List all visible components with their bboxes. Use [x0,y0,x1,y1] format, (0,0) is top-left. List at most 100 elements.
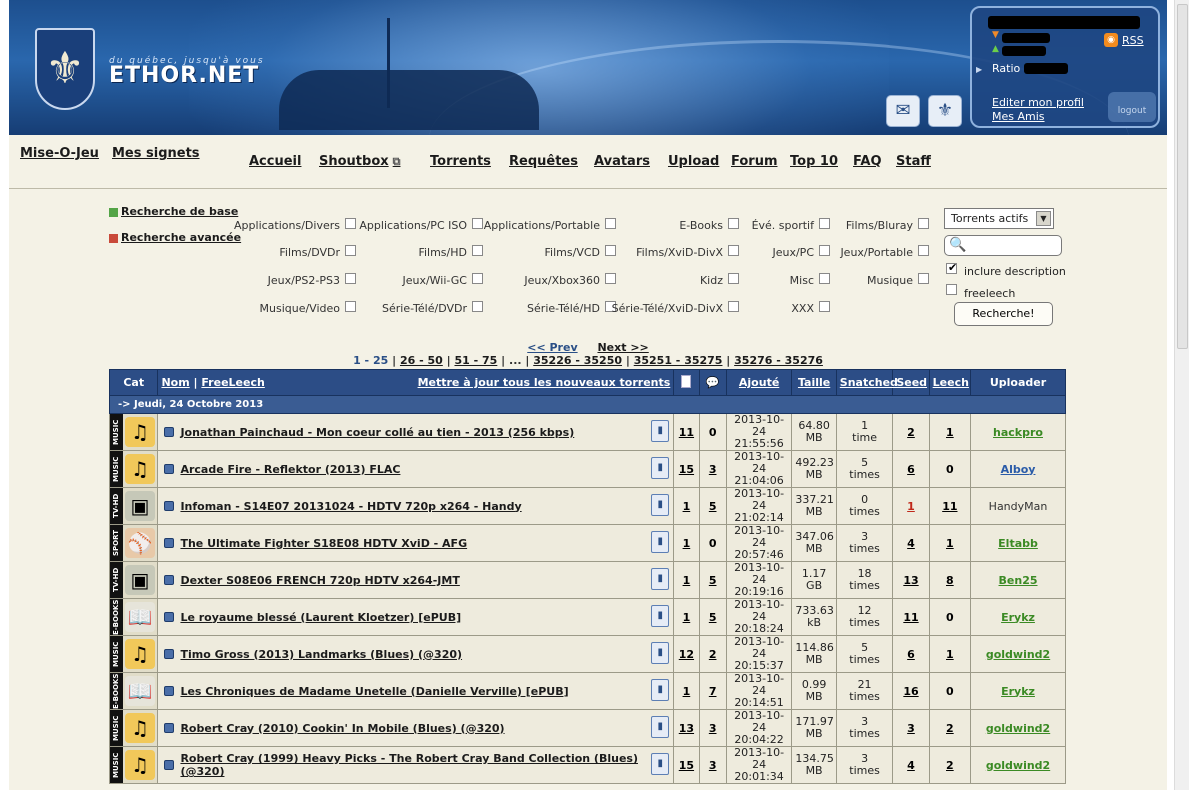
uploader-link[interactable]: hackpro [993,426,1043,439]
leech-count[interactable]: 0 [928,450,972,488]
category-checkbox[interactable] [605,245,616,256]
category-cell[interactable]: MUSIC ♫ [108,635,159,673]
leech-count[interactable]: 1 [928,413,972,451]
category-checkbox[interactable] [345,273,356,284]
next-page-link[interactable]: Next >> [597,341,648,354]
col-snatched[interactable]: Snatched [835,369,898,396]
seed-count[interactable]: 6 [892,450,930,488]
comments-count[interactable]: 3 [698,450,727,488]
bookmark-icon[interactable]: ▮ [651,716,670,738]
nav-torrents[interactable]: Torrents [430,154,491,169]
seed-count[interactable]: 3 [892,709,930,747]
torrent-name-link[interactable]: Le royaume blessé (Laurent Kloetzer) [eP… [180,611,670,624]
uploader-link[interactable]: goldwind2 [986,722,1050,735]
uploader-link[interactable]: Ben25 [999,574,1038,587]
category-checkbox[interactable] [345,301,356,312]
category-checkbox[interactable] [345,245,356,256]
files-count[interactable]: 1 [673,598,700,636]
leech-count[interactable]: 1 [928,524,972,562]
page-link[interactable]: 35226 - 35250 [533,354,622,367]
category-checkbox[interactable] [819,218,830,229]
category-cell[interactable]: TV-HD ▣ [108,561,159,599]
category-checkbox[interactable] [472,218,483,229]
col-size[interactable]: Taille [791,369,837,396]
vertical-scrollbar[interactable] [1174,0,1189,790]
category-checkbox[interactable] [345,218,356,229]
torrent-filter-select[interactable]: Torrents actifs ▼ [944,208,1054,229]
col-comments-icon[interactable]: 💬 [698,369,727,396]
category-checkbox[interactable] [472,245,483,256]
torrent-name-link[interactable]: Robert Cray (1999) Heavy Picks - The Rob… [180,752,670,778]
scrollbar-thumb[interactable] [1177,4,1188,349]
torrent-name-link[interactable]: Jonathan Painchaud - Mon coeur collé au … [180,426,670,439]
leech-count[interactable]: 1 [928,635,972,673]
expand-icon[interactable]: ▶ [976,65,982,74]
friends-link[interactable]: Mes Amis [992,110,1045,123]
leech-count[interactable]: 8 [928,561,972,599]
leech-count[interactable]: 11 [928,487,972,525]
search-input[interactable]: 🔍 [944,235,1062,256]
category-checkbox[interactable] [918,273,929,284]
category-checkbox[interactable] [728,301,739,312]
category-checkbox[interactable] [728,218,739,229]
files-count[interactable]: 1 [673,487,700,525]
category-checkbox[interactable] [819,301,830,312]
search-button[interactable]: Recherche! [954,302,1053,326]
leech-count[interactable]: 2 [928,746,972,784]
category-cell[interactable]: MUSIC ♫ [108,709,159,747]
fleur-de-lis-icon[interactable]: ⚜ [928,95,962,127]
category-checkbox[interactable] [472,273,483,284]
files-count[interactable]: 15 [673,450,700,488]
category-checkbox[interactable] [819,273,830,284]
rss-icon[interactable]: ◉ [1104,33,1118,47]
page-link[interactable]: 35276 - 35276 [734,354,823,367]
category-cell[interactable]: MUSIC ♫ [108,746,159,784]
torrent-name-link[interactable]: The Ultimate Fighter S18E08 HDTV XviD - … [180,537,670,550]
files-count[interactable]: 11 [673,413,700,451]
comments-count[interactable]: 5 [698,598,727,636]
include-description-checkbox[interactable]: ✔ [946,261,957,274]
bookmark-icon[interactable]: ▮ [651,457,670,479]
bookmark-icon[interactable]: ▮ [651,531,670,553]
sort-name[interactable]: Nom [161,376,189,389]
category-checkbox[interactable] [728,273,739,284]
category-cell[interactable]: MUSIC ♫ [108,413,159,451]
torrent-name-link[interactable]: Timo Gross (2013) Landmarks (Blues) (@32… [180,648,670,661]
col-leech[interactable]: Leech [928,369,972,396]
seed-count[interactable]: 2 [892,413,930,451]
nav-shoutbox[interactable]: Shoutbox ⧉ [319,154,401,169]
nav-avatars[interactable]: Avatars [594,154,650,169]
nav-staff[interactable]: Staff [896,154,931,169]
torrent-name-link[interactable]: Dexter S08E06 FRENCH 720p HDTV x264-JMT [180,574,670,587]
bookmark-icon[interactable]: ▮ [651,494,670,516]
bookmark-icon[interactable]: ▮ [651,420,670,442]
category-cell[interactable]: TV-HD ▣ [108,487,159,525]
torrent-name-link[interactable]: Infoman - S14E07 20131024 - HDTV 720p x2… [180,500,670,513]
col-added[interactable]: Ajouté [725,369,793,396]
files-count[interactable]: 1 [673,524,700,562]
category-checkbox[interactable] [605,273,616,284]
leech-count[interactable]: 0 [928,672,972,710]
fleur-de-lis-icon[interactable]: ⚜ [35,28,95,110]
seed-count[interactable]: 16 [892,672,930,710]
rss-link[interactable]: RSS [1122,34,1144,47]
seed-count[interactable]: 4 [892,746,930,784]
uploader-link[interactable]: goldwind2 [986,648,1050,661]
files-count[interactable]: 15 [673,746,700,784]
prev-page-link[interactable]: << Prev [527,341,577,354]
files-count[interactable]: 12 [673,635,700,673]
category-checkbox[interactable] [728,245,739,256]
advanced-search-link[interactable]: Recherche avancée [121,231,241,244]
leech-count[interactable]: 0 [928,598,972,636]
nav-bookmarks[interactable]: Mes signets [112,146,200,161]
messages-icon[interactable]: ✉ [886,95,920,127]
torrent-name-link[interactable]: Robert Cray (2010) Cookin' In Mobile (Bl… [180,722,670,735]
category-cell[interactable]: E-BOOKS 📖 [108,672,159,710]
nav-requests[interactable]: Requêtes [509,154,578,169]
bookmark-icon[interactable]: ▮ [651,753,670,775]
seed-count[interactable]: 4 [892,524,930,562]
category-cell[interactable]: E-BOOKS 📖 [108,598,159,636]
category-checkbox[interactable] [819,245,830,256]
col-seed[interactable]: Seed [892,369,930,396]
category-checkbox[interactable] [605,218,616,229]
